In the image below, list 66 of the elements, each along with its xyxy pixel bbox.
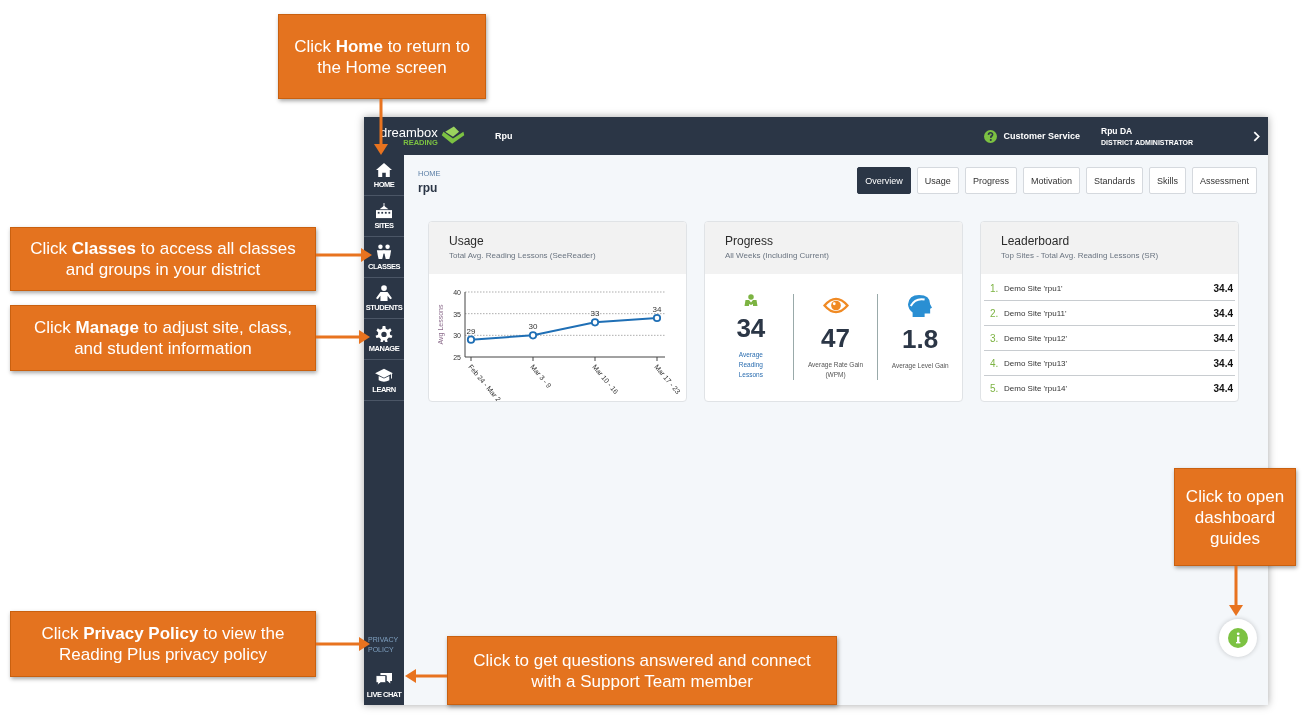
- score-value: 34.4: [1213, 357, 1233, 369]
- card-title: Leaderboard: [1001, 234, 1071, 248]
- pointer-arrow: [1229, 566, 1243, 616]
- site-name: Demo Site 'rpu11': [1004, 308, 1068, 318]
- book-icon: [439, 126, 466, 146]
- tab[interactable]: Motivation: [1022, 167, 1080, 194]
- customer-service-link[interactable]: Customer Service: [1003, 131, 1080, 141]
- card-title: Usage: [449, 234, 485, 248]
- data-point: [528, 331, 538, 340]
- rank-number: 3.: [990, 332, 1000, 344]
- data-point: [652, 313, 662, 323]
- data-label: 30: [528, 322, 538, 332]
- logo-text: dreambox: [380, 125, 438, 139]
- gear-icon: [375, 325, 393, 342]
- card-subtitle: All Weeks (Including Current): [725, 251, 830, 260]
- tab[interactable]: Usage: [916, 167, 959, 194]
- pointer-arrow: [316, 248, 372, 262]
- chevron-right-icon[interactable]: [1253, 130, 1260, 142]
- pointer-arrow: [316, 637, 370, 651]
- info-icon: [1228, 628, 1248, 648]
- rank-number: 2.: [990, 307, 1000, 319]
- people-icon: [375, 243, 393, 260]
- page-title: rpu: [418, 181, 439, 195]
- data-label: 29: [466, 326, 476, 336]
- head-icon: [907, 294, 934, 318]
- callout: Click Home to return to the Home screen: [278, 14, 486, 99]
- callout: Click Classes to access all classes and groups in your district: [10, 227, 316, 291]
- pointer-arrow: [405, 669, 447, 683]
- house-icon: [375, 161, 393, 178]
- card-subtitle: Top Sites - Total Avg. Reading Lessons (SR): [1001, 251, 1160, 260]
- stat-value: 34: [736, 313, 766, 344]
- stat-value: 47: [821, 323, 850, 354]
- site-name: Demo Site 'rpu13': [1004, 358, 1069, 368]
- site-name: Demo Site 'rpu12': [1004, 333, 1069, 343]
- graduation-cap-icon: [375, 366, 393, 383]
- tab[interactable]: Overview: [857, 167, 911, 194]
- help-icon[interactable]: [984, 129, 998, 143]
- site-name: Demo Site 'rpu14': [1004, 383, 1069, 393]
- data-label: 33: [590, 309, 600, 319]
- score-value: 34.4: [1213, 382, 1233, 394]
- tab[interactable]: Standards: [1085, 167, 1143, 194]
- callout: Click to get questions answered and connect with a Support Team member: [447, 636, 837, 705]
- tab[interactable]: Skills: [1148, 167, 1186, 194]
- organization-name: Rpu: [495, 131, 513, 141]
- rank-number: 1.: [990, 282, 1000, 294]
- tab[interactable]: Progress: [964, 167, 1017, 194]
- card-subtitle: Total Avg. Reading Lessons (SeeReader): [449, 251, 597, 260]
- callout: Click Manage to adjust site, class, and student information: [10, 305, 316, 371]
- user-name: Rpu DA: [1101, 126, 1134, 136]
- chat-bubble-icon: [375, 671, 393, 688]
- pointer-arrow: [316, 330, 370, 344]
- rank-number: 4.: [990, 357, 1000, 369]
- tab[interactable]: Assessment: [1191, 167, 1257, 194]
- person-icon: [375, 284, 393, 301]
- data-label: 34: [652, 305, 662, 314]
- score-value: 34.4: [1213, 307, 1233, 319]
- callout: Click to open dashboard guides: [1174, 468, 1296, 566]
- score-value: 34.4: [1213, 282, 1233, 294]
- data-point: [466, 335, 476, 344]
- stat-value: 1.8: [902, 324, 939, 355]
- site-name: Demo Site 'rpu1': [1004, 283, 1064, 293]
- score-value: 34.4: [1213, 332, 1233, 344]
- callout: Click Privacy Policy to view the Reading Plus privacy policy: [10, 611, 316, 677]
- rank-number: 5.: [990, 382, 1000, 394]
- data-point: [590, 318, 600, 327]
- card-title: Progress: [725, 234, 775, 248]
